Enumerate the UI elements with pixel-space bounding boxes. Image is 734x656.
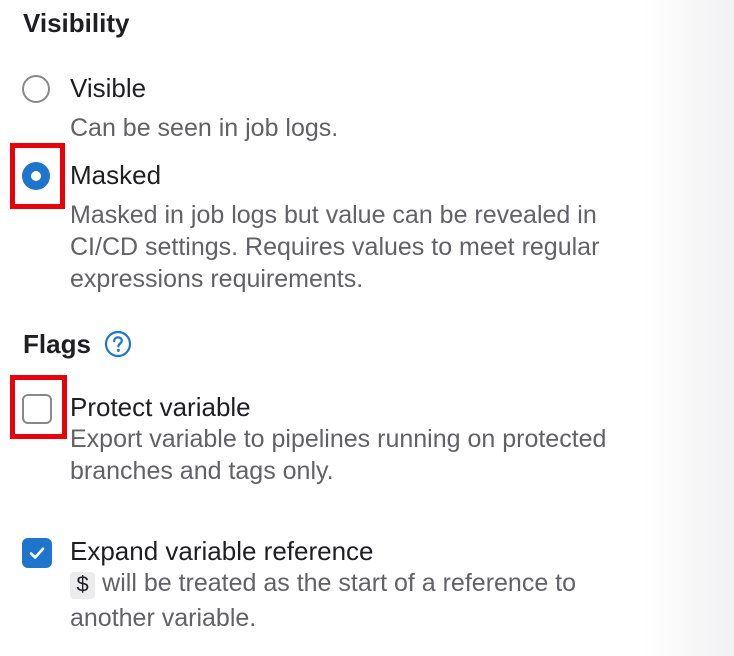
description-text: will be treated as the start of a refere…	[102, 569, 577, 597]
visibility-heading: Visibility	[23, 8, 130, 38]
question-circle-icon[interactable]	[104, 330, 132, 358]
dollar-code: $	[70, 572, 96, 599]
checkbox-protect-variable[interactable]	[22, 394, 52, 424]
checkmark-icon	[29, 547, 45, 559]
panel-edge-shadow	[644, 0, 734, 656]
description-line: CI/CD settings. Requires values to meet …	[70, 233, 600, 261]
radio-visible[interactable]	[22, 75, 50, 103]
description-line: Export variable to pipelines running on …	[70, 425, 607, 453]
flag-protect-variable-description: Export variable to pipelines running on …	[70, 423, 606, 487]
flag-expand-variable-reference-label: Expand variable reference	[70, 536, 374, 566]
description-line: Masked in job logs but value can be reve…	[70, 201, 597, 229]
flags-heading: Flags	[23, 329, 91, 359]
description-line: another variable.	[70, 604, 257, 632]
flag-expand-variable-reference-description: $ will be treated as the start of a refe…	[70, 567, 576, 634]
flag-protect-variable-label: Protect variable	[70, 392, 251, 422]
visibility-option-visible-label: Visible	[70, 73, 147, 103]
description-line: expressions requirements.	[70, 265, 364, 293]
description-line: $ will be treated as the start of a refe…	[70, 567, 576, 602]
checkbox-expand-variable-reference[interactable]	[22, 538, 52, 568]
description-line: branches and tags only.	[70, 457, 334, 485]
visibility-option-visible-description: Can be seen in job logs.	[70, 114, 339, 142]
visibility-option-masked-description: Masked in job logs but value can be reve…	[70, 199, 599, 295]
radio-masked[interactable]	[22, 162, 50, 190]
visibility-option-masked-label: Masked	[70, 160, 162, 190]
